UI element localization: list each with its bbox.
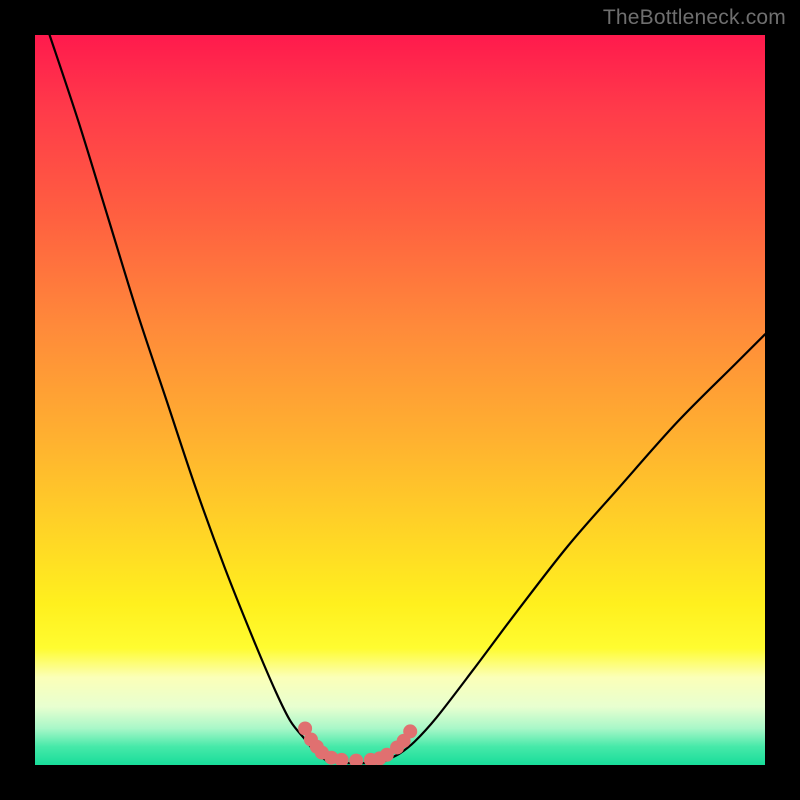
curve-markers	[298, 722, 417, 766]
chart-frame: TheBottleneck.com	[0, 0, 800, 800]
marker-dot	[349, 754, 363, 765]
plot-area	[35, 35, 765, 765]
bottleneck-curve	[50, 35, 765, 763]
curve-layer	[35, 35, 765, 765]
marker-dot	[403, 724, 417, 738]
watermark-text: TheBottleneck.com	[603, 6, 786, 30]
